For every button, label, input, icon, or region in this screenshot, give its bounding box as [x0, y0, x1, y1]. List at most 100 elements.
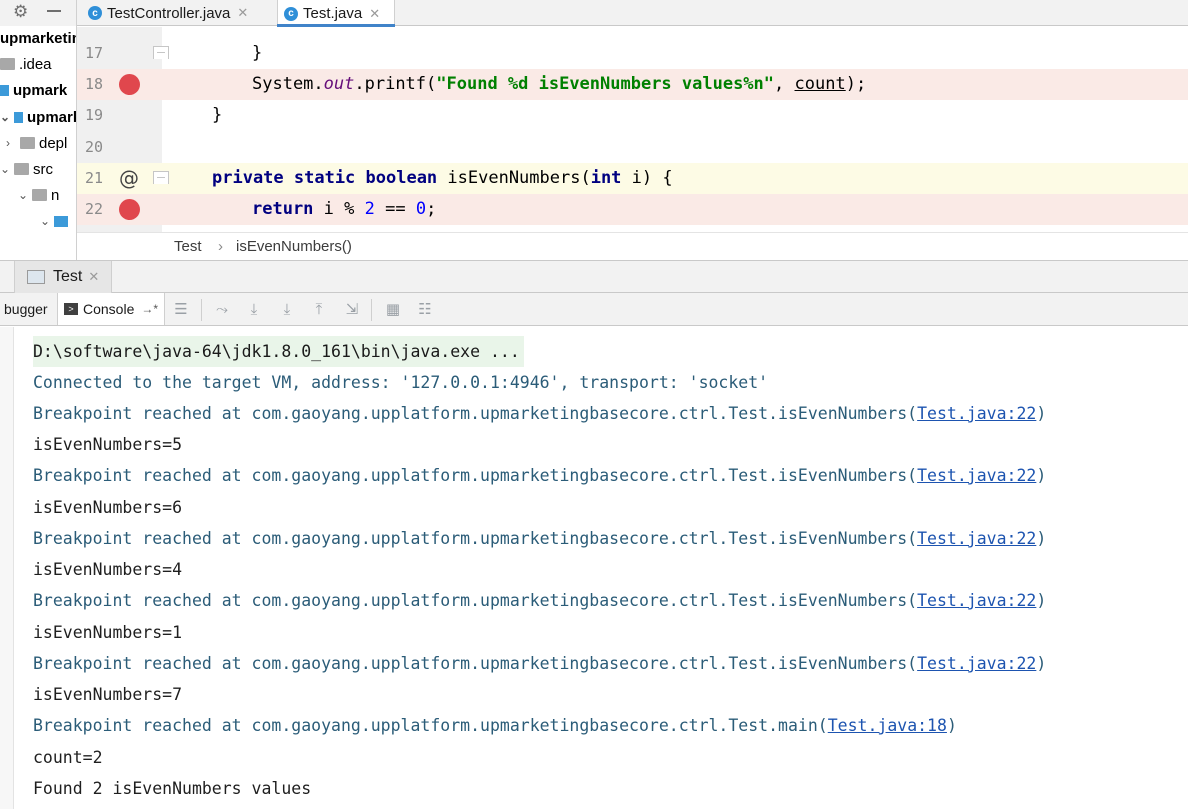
tree-item-module[interactable]: upmark [0, 78, 67, 102]
gear-icon[interactable]: ⚙ [13, 1, 28, 23]
tree-item-label: upmark [27, 108, 77, 126]
code-text: System.out.printf("Found %d isEvenNumber… [252, 74, 867, 94]
show-execution-point-icon[interactable]: ⤳ [213, 300, 231, 318]
tree-item-root[interactable]: upmarketin [0, 26, 76, 50]
project-tree: upmarketin .idea upmark ⌄ upmark › depl … [0, 26, 77, 260]
tree-item-label: .idea [19, 55, 52, 73]
tree-item-main[interactable]: ⌄ n [18, 183, 59, 207]
tab-label: Console [83, 301, 135, 317]
console-breakpoint-line: Breakpoint reached at com.gaoyang.upplat… [33, 654, 1047, 673]
console-breakpoint-line: Breakpoint reached at com.gaoyang.upplat… [33, 591, 1047, 610]
chevron-down-icon[interactable]: ⌄ [0, 110, 14, 124]
breadcrumb: Test › isEvenNumbers() [77, 232, 1188, 260]
pin-icon[interactable]: →* [141, 302, 158, 316]
tab-debugger[interactable]: bugger [0, 293, 52, 325]
step-out-icon[interactable]: ⤒ [310, 300, 328, 318]
line-number: 17 [84, 44, 103, 62]
tree-item-src[interactable]: ⌄ src [0, 157, 53, 181]
close-icon[interactable]: ✕ [237, 5, 248, 21]
run-tab-bar: Test ✕ [0, 260, 1188, 293]
console-breakpoint-line: Breakpoint reached at com.gaoyang.upplat… [33, 466, 1047, 485]
evaluate-expression-icon[interactable]: ▦ [384, 300, 402, 318]
console-output[interactable]: D:\software\java-64\jdk1.8.0_161\bin\jav… [0, 327, 1188, 809]
menu-lines-icon[interactable]: ☰ [172, 300, 190, 318]
module-icon [0, 84, 9, 96]
breakpoint-icon[interactable] [119, 74, 140, 95]
chevron-down-icon[interactable]: ⌄ [40, 214, 54, 228]
fold-icon[interactable] [153, 46, 169, 59]
tab-label: TestController.java [107, 4, 231, 22]
toolbar-divider [201, 299, 202, 321]
code-text: private static boolean isEvenNumbers(int… [212, 168, 673, 188]
tree-item-label: src [33, 160, 53, 178]
code-line-17: 17 } [77, 38, 1188, 69]
source-link[interactable]: Test.java:22 [917, 529, 1036, 548]
line-number: 19 [84, 106, 103, 124]
breadcrumb-separator: › [218, 238, 223, 255]
chevron-down-icon[interactable]: ⌄ [18, 188, 32, 202]
folder-icon [0, 58, 15, 70]
close-icon[interactable]: ✕ [369, 6, 380, 22]
chevron-right-icon[interactable]: › [6, 136, 20, 150]
override-icon[interactable]: @ [119, 165, 139, 191]
console-breakpoint-line: Breakpoint reached at com.gaoyang.upplat… [33, 529, 1047, 548]
console-breakpoint-line: Breakpoint reached at com.gaoyang.upplat… [33, 404, 1047, 423]
source-link[interactable]: Test.java:22 [917, 404, 1036, 423]
folder-icon [20, 137, 35, 149]
code-line-18: 18 System.out.printf("Found %d isEvenNum… [77, 69, 1188, 100]
source-link[interactable]: Test.java:18 [828, 716, 947, 735]
code-line-20: 20 [77, 132, 1188, 163]
tab-label: bugger [4, 301, 48, 317]
source-folder-icon [54, 215, 68, 227]
project-tool-header: ⚙ [0, 0, 77, 26]
breadcrumb-file[interactable]: Test [174, 238, 202, 255]
step-into-icon[interactable]: ⤓ [278, 300, 296, 318]
line-number: 18 [84, 75, 103, 93]
close-icon[interactable]: ✕ [88, 269, 99, 285]
line-number: 20 [84, 138, 103, 156]
tree-item-module[interactable]: ⌄ upmark [0, 105, 77, 129]
trace-settings-icon[interactable]: ☷ [416, 300, 434, 318]
tree-item-label: upmark [13, 81, 68, 99]
toolbar-divider [371, 299, 372, 321]
run-config-icon [27, 270, 45, 284]
console-command-line: D:\software\java-64\jdk1.8.0_161\bin\jav… [33, 336, 524, 367]
tree-item-deploy[interactable]: › depl [6, 131, 67, 155]
code-line-22: 22 return i % 2 == 0; [77, 194, 1188, 225]
tab-console[interactable]: > Console →* [57, 293, 166, 325]
tree-item-java[interactable]: ⌄ [40, 209, 72, 233]
line-number: 21 [84, 169, 103, 187]
code-text: return i % 2 == 0; [252, 199, 437, 219]
folder-icon [32, 189, 47, 201]
console-connected-line: Connected to the target VM, address: '12… [33, 373, 769, 392]
tab-testcontroller[interactable]: c TestController.java ✕ [82, 0, 272, 26]
code-text: } [212, 105, 223, 125]
minimize-icon[interactable] [47, 10, 61, 12]
tab-test-java[interactable]: c Test.java ✕ [277, 0, 395, 27]
console-output-line: isEvenNumbers=7 [33, 685, 183, 704]
console-icon: > [64, 303, 78, 315]
tree-item-idea[interactable]: .idea [0, 52, 52, 76]
java-class-icon: c [88, 6, 102, 20]
code-line-19: 19 } [77, 100, 1188, 131]
step-over-icon[interactable]: ⤓ [245, 300, 263, 318]
line-number: 22 [84, 200, 103, 218]
source-link[interactable]: Test.java:22 [917, 654, 1036, 673]
debug-toolbar: bugger > Console →* ☰ ⤳ ⤓ ⤓ ⤒ ⇲ ▦ ☷ [0, 293, 1188, 326]
tab-test-run[interactable]: Test ✕ [14, 261, 113, 293]
console-count-line: count=2 [33, 748, 103, 767]
console-gutter [0, 327, 14, 809]
fold-icon[interactable] [153, 171, 169, 184]
editor-tab-bar: ⚙ c TestController.java ✕ c Test.java ✕ [0, 0, 1188, 27]
run-to-cursor-icon[interactable]: ⇲ [343, 300, 361, 318]
source-link[interactable]: Test.java:22 [917, 591, 1036, 610]
console-output-line: isEvenNumbers=1 [33, 623, 183, 642]
breakpoint-icon[interactable] [119, 199, 140, 220]
java-class-icon: c [284, 6, 298, 21]
source-link[interactable]: Test.java:22 [917, 466, 1036, 485]
console-final-line: Found 2 isEvenNumbers values [33, 779, 312, 798]
console-output-line: isEvenNumbers=4 [33, 560, 183, 579]
breadcrumb-method[interactable]: isEvenNumbers() [236, 238, 352, 255]
code-editor[interactable]: 17 } 18 System.out.printf("Found %d isEv… [77, 27, 1188, 232]
chevron-down-icon[interactable]: ⌄ [0, 162, 14, 176]
